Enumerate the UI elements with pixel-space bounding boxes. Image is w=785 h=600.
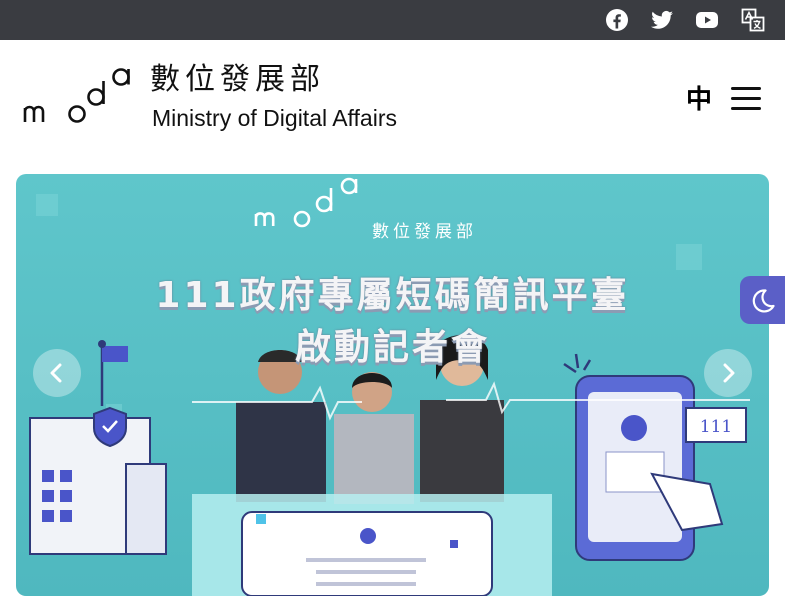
translate-icon[interactable] bbox=[741, 8, 765, 32]
menu-bar bbox=[731, 107, 761, 110]
logo-english-title: Ministry of Digital Affairs bbox=[152, 105, 397, 131]
carousel-next-button[interactable] bbox=[704, 349, 752, 397]
site-header: 數位發展部 Ministry of Digital Affairs 中 bbox=[0, 40, 785, 165]
twitter-icon[interactable] bbox=[650, 8, 674, 32]
slide-phone-number: 111 bbox=[700, 417, 732, 437]
facebook-icon[interactable] bbox=[605, 8, 629, 32]
slide-title-line2: 啟動記者會 bbox=[294, 327, 490, 368]
language-switch-button[interactable]: 中 bbox=[686, 84, 712, 116]
youtube-icon[interactable] bbox=[695, 8, 719, 32]
hero-carousel[interactable]: 111 數位發展部 111政府專屬短碼簡訊平臺 啟動記者會 bbox=[16, 174, 769, 596]
carousel-prev-button[interactable] bbox=[33, 349, 81, 397]
top-utility-bar bbox=[0, 0, 785, 40]
hamburger-icon[interactable] bbox=[730, 83, 762, 115]
slide-title-line1: 111政府專屬短碼簡訊平臺 bbox=[155, 275, 630, 316]
dark-mode-toggle[interactable] bbox=[740, 276, 785, 324]
chevron-right-icon bbox=[723, 363, 735, 383]
menu-bar bbox=[731, 97, 761, 100]
logo-chinese-title: 數位發展部 bbox=[150, 62, 325, 97]
moon-icon bbox=[752, 289, 775, 313]
chevron-left-icon bbox=[50, 363, 62, 383]
slide-moda-logo bbox=[254, 177, 358, 228]
moda-logo[interactable] bbox=[22, 64, 134, 130]
slide-brand-chinese: 數位發展部 bbox=[372, 222, 477, 242]
menu-bar bbox=[731, 87, 761, 90]
